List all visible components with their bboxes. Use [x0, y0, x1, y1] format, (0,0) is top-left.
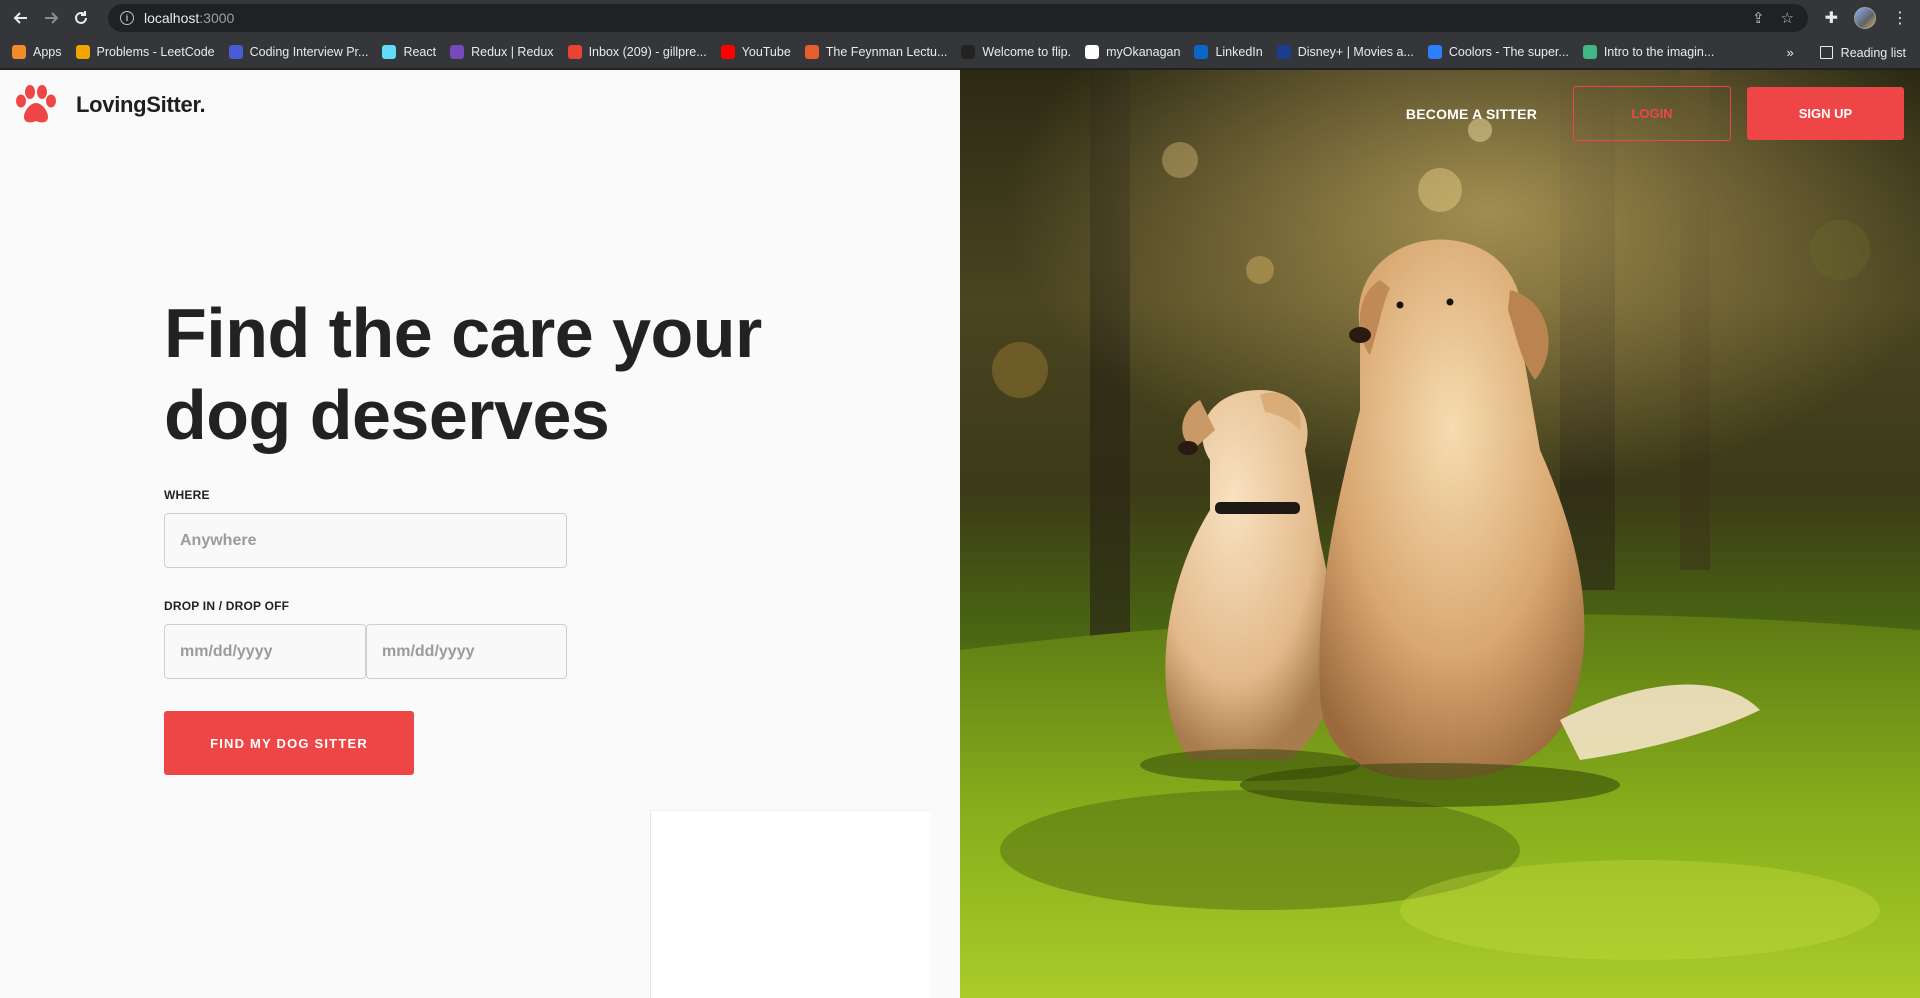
bookmark-item[interactable]: Inbox (209) - gillpre...	[567, 45, 707, 59]
bookmark-item[interactable]: Coding Interview Pr...	[228, 45, 369, 59]
bookmark-label: Problems - LeetCode	[96, 45, 215, 59]
bookmarks-overflow: » Reading list	[1786, 36, 1906, 69]
bookmark-label: Disney+ | Movies a...	[1297, 45, 1414, 59]
vuejs-icon	[1582, 45, 1597, 59]
dogs-photo	[960, 70, 1920, 998]
blank-card	[650, 810, 930, 998]
okanagan-icon	[1085, 45, 1100, 59]
bookmark-label: The Feynman Lectu...	[825, 45, 948, 59]
double-chevron-icon[interactable]: »	[1786, 45, 1793, 60]
bookmark-item[interactable]: Welcome to flip.	[961, 45, 1071, 59]
extensions-puzzle-icon[interactable]: ✚	[1825, 8, 1838, 28]
bookmark-item[interactable]: Intro to the imagin...	[1582, 45, 1715, 59]
become-sitter-link[interactable]: BECOME A SITTER	[1406, 106, 1537, 122]
reading-list-button[interactable]: Reading list	[1841, 46, 1906, 60]
gmail-icon	[567, 45, 582, 59]
site-info-icon[interactable]: i	[120, 11, 134, 25]
reading-list-icon	[1819, 46, 1833, 59]
linkedin-icon	[1194, 45, 1209, 59]
bookmark-label: Inbox (209) - gillpre...	[588, 45, 707, 59]
address-bar[interactable]: i localhost:3000 ⇪ ☆	[108, 4, 1808, 32]
leetcode-icon	[75, 45, 90, 59]
back-button[interactable]	[6, 0, 36, 36]
bookmark-label: Apps	[33, 45, 62, 59]
bookmark-item[interactable]: Disney+ | Movies a...	[1276, 45, 1414, 59]
bookmark-label: Welcome to flip.	[982, 45, 1072, 59]
forward-button[interactable]	[36, 0, 66, 36]
brand-logo[interactable]: LovingSitter.	[14, 84, 206, 126]
bookmark-label: Redux | Redux	[471, 45, 554, 59]
drop-off-date-input[interactable]	[366, 624, 567, 679]
bookmark-item[interactable]: YouTube	[720, 45, 791, 59]
bookmark-item[interactable]: Coolors - The super...	[1427, 45, 1569, 59]
bookmark-label: YouTube	[741, 45, 791, 59]
react-icon	[382, 45, 397, 59]
redux-icon	[450, 45, 465, 59]
hero-title: Find the care your dog deserves	[164, 294, 762, 454]
back-arrow-icon	[13, 12, 27, 24]
coolors-icon	[1427, 45, 1442, 59]
youtube-icon	[720, 45, 735, 59]
forward-arrow-icon	[45, 12, 59, 24]
landing-page: LovingSitter. Find the care your dog des…	[0, 70, 1920, 998]
flip-icon	[961, 45, 976, 59]
kebab-menu-icon[interactable]: ⋮	[1892, 8, 1908, 28]
bookmark-item[interactable]: React	[382, 45, 436, 59]
drop-in-date-input[interactable]	[164, 624, 366, 679]
algoexpert-icon	[228, 45, 243, 59]
share-icon[interactable]: ⇪	[1752, 9, 1765, 27]
bookmark-star-icon[interactable]: ☆	[1781, 9, 1794, 27]
where-input[interactable]	[164, 513, 567, 568]
bookmark-item[interactable]: LinkedIn	[1194, 45, 1263, 59]
disney-icon	[1276, 45, 1291, 59]
bookmark-item[interactable]: The Feynman Lectu...	[804, 45, 948, 59]
where-label: WHERE	[164, 488, 210, 502]
brand-name: LovingSitter.	[76, 92, 206, 117]
apps-grid-icon	[12, 45, 26, 59]
browser-toolbar: i localhost:3000 ⇪ ☆ ✚ ⋮	[0, 0, 1920, 36]
bookmark-label: Intro to the imagin...	[1603, 45, 1715, 59]
bookmark-item[interactable]: Redux | Redux	[450, 45, 554, 59]
bookmark-item[interactable]: Apps	[12, 45, 62, 59]
left-panel: LovingSitter. Find the care your dog des…	[0, 70, 960, 998]
find-sitter-button[interactable]: FIND MY DOG SITTER	[164, 711, 414, 775]
profile-avatar[interactable]	[1854, 7, 1876, 29]
paw-icon	[16, 85, 56, 123]
bookmark-label: LinkedIn	[1215, 45, 1263, 59]
top-nav: BECOME A SITTER LOGIN SIGN UP	[1406, 86, 1904, 141]
dates-label: DROP IN / DROP OFF	[164, 599, 290, 613]
login-button[interactable]: LOGIN	[1573, 86, 1731, 141]
bookmark-label: Coding Interview Pr...	[249, 45, 369, 59]
hero-photo-panel: BECOME A SITTER LOGIN SIGN UP	[960, 70, 1920, 998]
feynman-icon	[804, 45, 819, 59]
bookmarks-bar: Apps Problems - LeetCode Coding Interview …	[0, 36, 1920, 69]
bookmark-label: myOkanagan	[1106, 45, 1181, 59]
signup-button[interactable]: SIGN UP	[1747, 87, 1904, 140]
bookmark-item[interactable]: myOkanagan	[1085, 45, 1180, 59]
reload-button[interactable]	[66, 0, 96, 36]
bookmark-item[interactable]: Problems - LeetCode	[75, 45, 215, 59]
address-url: localhost:3000	[144, 10, 235, 26]
reload-icon	[75, 11, 87, 24]
bookmark-label: React	[403, 45, 437, 59]
bookmark-label: Coolors - The super...	[1448, 45, 1569, 59]
